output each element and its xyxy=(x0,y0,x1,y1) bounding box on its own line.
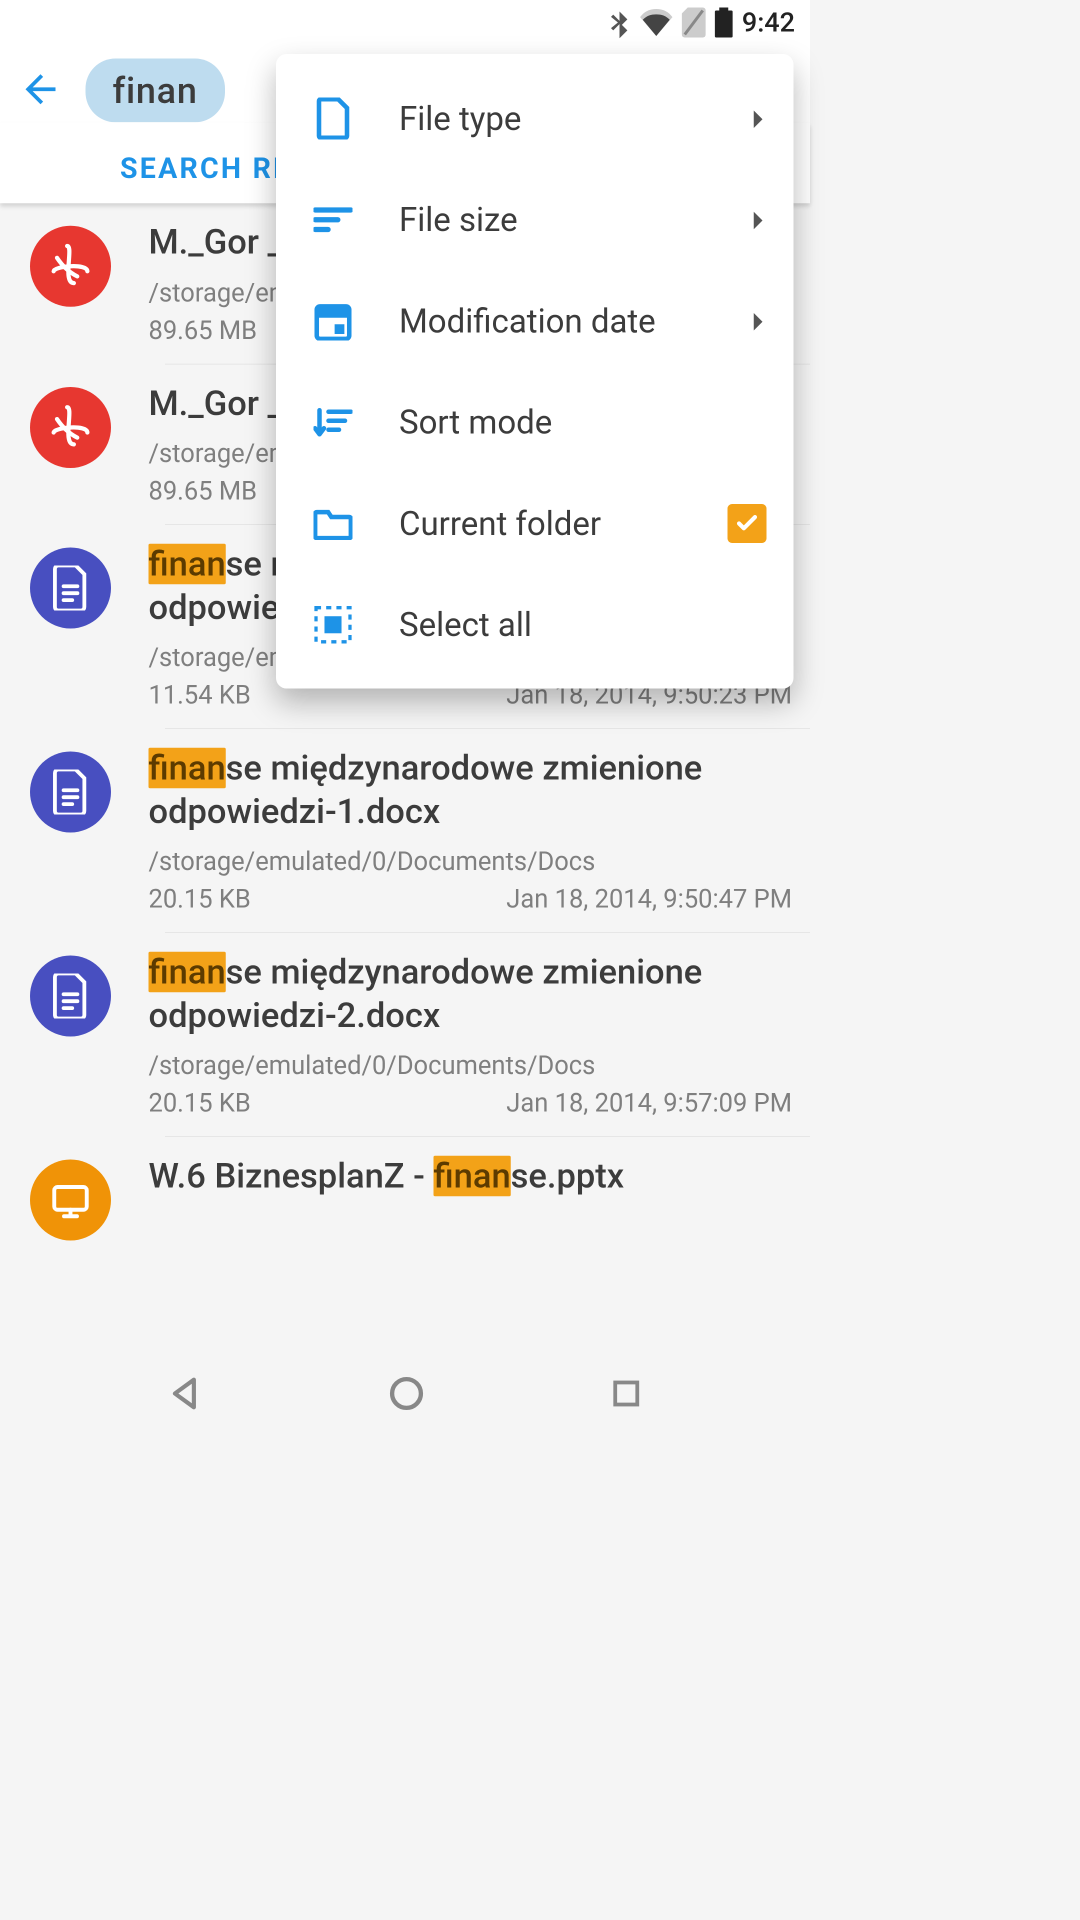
file-size: 20.15 KB xyxy=(149,884,251,914)
file-name: finanse międzynarodowe zmienione odpowie… xyxy=(149,747,793,833)
chevron-right-icon xyxy=(752,99,767,138)
android-nav-bar xyxy=(0,1350,810,1440)
menu-label: Sort mode xyxy=(399,402,552,441)
bluetooth-icon xyxy=(608,7,631,39)
file-path: /storage/emulated/0/Documents/Docs xyxy=(149,847,793,877)
file-date: Jan 18, 2014, 9:57:09 PM xyxy=(506,1088,792,1118)
menu-file-size[interactable]: File size xyxy=(276,169,794,270)
calendar-icon xyxy=(314,301,353,340)
nav-home[interactable] xyxy=(389,1376,425,1415)
pdf-icon xyxy=(30,226,111,307)
file-path: /storage/emulated/0/Documents/Docs xyxy=(149,1051,793,1081)
file-row[interactable]: W.6 BiznesplanZ - finanse.pptx xyxy=(0,1137,810,1259)
nav-back[interactable] xyxy=(168,1376,203,1414)
nav-recent[interactable] xyxy=(611,1378,643,1413)
search-input[interactable]: finan xyxy=(86,59,225,123)
file-size: 20.15 KB xyxy=(149,1088,251,1118)
file-size-icon xyxy=(314,204,353,234)
menu-label: File type xyxy=(399,99,521,138)
menu-sort-mode[interactable]: Sort mode xyxy=(276,371,794,472)
select-all-icon xyxy=(314,606,353,644)
pptx-icon xyxy=(30,1160,111,1241)
file-row[interactable]: finanse międzynarodowe zmienione odpowie… xyxy=(0,729,810,932)
checkbox-checked[interactable] xyxy=(728,504,767,543)
file-name: W.6 BiznesplanZ - finanse.pptx xyxy=(149,1155,793,1198)
file-name: finanse międzynarodowe zmienione odpowie… xyxy=(149,951,793,1037)
wifi-icon xyxy=(640,9,673,36)
menu-label: Current folder xyxy=(399,504,601,543)
file-row[interactable]: finanse międzynarodowe zmienione odpowie… xyxy=(0,933,810,1136)
menu-label: Modification date xyxy=(399,301,656,340)
menu-label: Select all xyxy=(399,605,532,644)
file-size: 11.54 KB xyxy=(149,680,251,710)
file-date: Jan 18, 2014, 9:50:47 PM xyxy=(506,884,792,914)
pdf-icon xyxy=(30,387,111,468)
docx-icon xyxy=(30,956,111,1037)
file-type-icon xyxy=(314,97,353,139)
file-size: 89.65 MB xyxy=(149,476,258,506)
status-time: 9:42 xyxy=(742,7,795,39)
docx-icon xyxy=(30,548,111,629)
chevron-right-icon xyxy=(752,200,767,239)
file-size: 89.65 MB xyxy=(149,315,258,345)
filter-menu: File type File size Modification date So… xyxy=(276,54,794,689)
battery-icon xyxy=(715,8,733,38)
menu-file-type[interactable]: File type xyxy=(276,68,794,169)
folder-icon xyxy=(314,507,353,540)
sim-icon xyxy=(682,8,706,38)
menu-select-all[interactable]: Select all xyxy=(276,574,794,675)
docx-icon xyxy=(30,752,111,833)
menu-modification-date[interactable]: Modification date xyxy=(276,270,794,371)
chevron-right-icon xyxy=(752,301,767,340)
menu-current-folder[interactable]: Current folder xyxy=(276,473,794,574)
back-arrow[interactable] xyxy=(18,66,63,114)
menu-label: File size xyxy=(399,200,518,239)
status-bar: 9:42 xyxy=(0,0,810,45)
sort-icon xyxy=(314,405,353,438)
